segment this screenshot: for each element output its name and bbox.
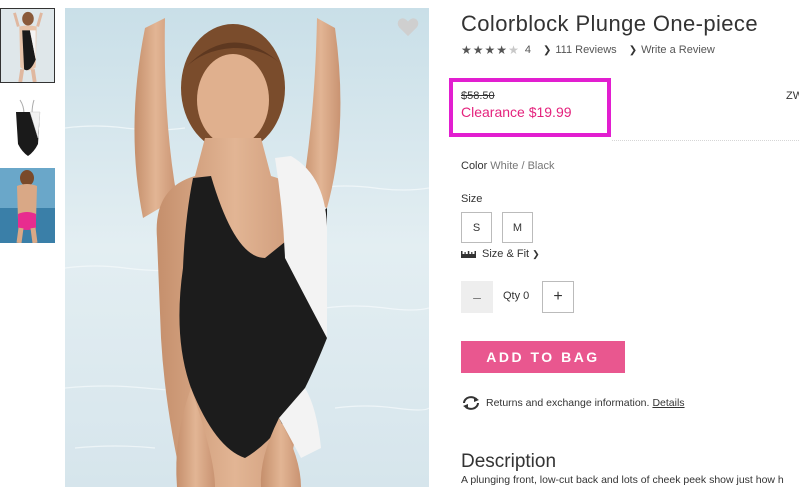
details-link[interactable]: Details <box>652 397 684 409</box>
quantity-decrease-button[interactable]: – <box>461 281 493 313</box>
size-label: Size <box>461 193 483 205</box>
reviews-link[interactable]: 111 Reviews <box>555 44 616 56</box>
chevron-right-icon: ❯ <box>542 44 552 56</box>
star-icon: ★ <box>496 43 508 57</box>
product-title: Colorblock Plunge One-piece <box>461 11 758 36</box>
clearance-price: Clearance $19.99 <box>461 104 572 120</box>
product-main-image <box>65 8 429 487</box>
thumbnail-flat[interactable] <box>0 94 55 169</box>
write-review-link[interactable]: Write a Review <box>641 44 715 56</box>
thumbnail-front[interactable] <box>0 8 55 83</box>
description-text: A plunging front, low-cut back and lots … <box>461 474 784 486</box>
chevron-right-icon: ❯ <box>532 248 540 259</box>
heart-icon[interactable] <box>397 16 419 38</box>
size-option-s[interactable]: S <box>461 212 492 243</box>
color-label: Color <box>461 160 488 172</box>
size-fit-label: Size & Fit <box>482 248 530 260</box>
ruler-icon <box>461 250 476 258</box>
rating-row: ★ ★ ★ ★ ★ 4 ❯ 111 Reviews ❯ Write a Review <box>461 43 715 57</box>
quantity-increase-button[interactable]: + <box>542 281 574 313</box>
returns-info: Returns and exchange information. Detail… <box>461 395 685 411</box>
original-price: $58.50 <box>461 90 495 102</box>
plus-icon: + <box>553 288 563 305</box>
size-fit-link[interactable]: Size & Fit ❯ <box>461 248 544 260</box>
add-to-bag-button[interactable]: ADD TO BAG <box>461 341 625 373</box>
quantity-label: Qty 0 <box>503 290 530 302</box>
star-icon: ★ <box>508 43 519 57</box>
description-title: Description <box>461 451 557 472</box>
size-option-m[interactable]: M <box>502 212 533 243</box>
divider <box>612 140 799 141</box>
color-value: White / Black <box>490 160 555 172</box>
star-rating: ★ ★ ★ ★ ★ <box>461 44 520 56</box>
thumbnail-flat-image <box>0 94 55 169</box>
minus-icon: – <box>473 289 481 305</box>
thumbnail-front-image <box>1 9 54 82</box>
chevron-right-icon: ❯ <box>628 44 638 56</box>
star-icon: ★ <box>484 43 496 57</box>
thumbnail-back-image <box>0 168 55 243</box>
partial-text: ZW <box>786 90 799 102</box>
product-photo <box>65 8 429 487</box>
returns-text: Returns and exchange information. <box>486 397 650 409</box>
rating-value: 4 <box>524 44 531 56</box>
color-row: Color White / Black <box>461 160 554 172</box>
refresh-icon <box>463 396 479 410</box>
star-icon: ★ <box>461 43 472 57</box>
thumbnail-back[interactable] <box>0 168 55 243</box>
star-icon: ★ <box>472 43 484 57</box>
